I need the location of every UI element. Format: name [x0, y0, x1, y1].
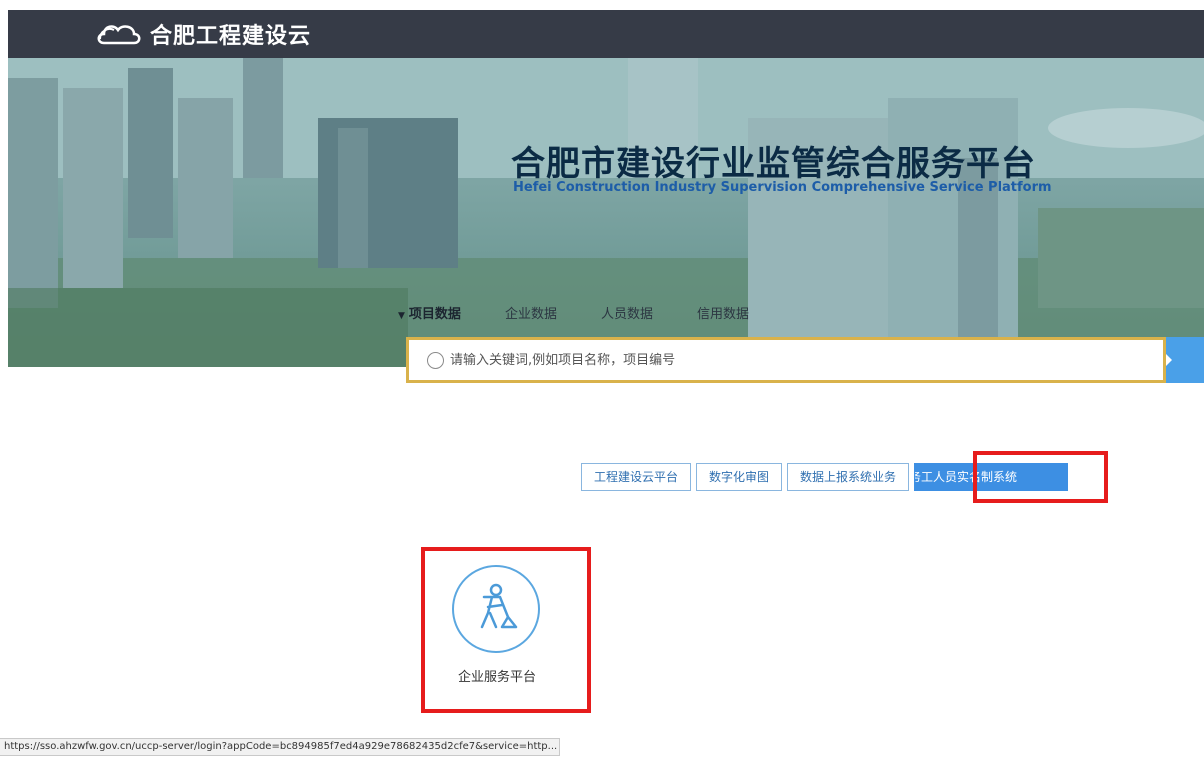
- system-links: 工程建设云平台 数字化审图 数据上报系统业务 务工人员实名制系统: [581, 463, 1069, 491]
- search-icon: [427, 351, 444, 369]
- link-digital-drawing-review[interactable]: 数字化审图: [696, 463, 783, 491]
- tab-credit-data[interactable]: 信用数据: [697, 303, 749, 322]
- cloud-logo-icon: [97, 25, 141, 45]
- worker-shovel-icon: [480, 583, 518, 629]
- site-logo[interactable]: 合肥工程建设云: [94, 18, 311, 50]
- link-worker-realname-system[interactable]: 务工人员实名制系统: [914, 463, 1069, 491]
- service-icon-circle: [452, 565, 540, 653]
- search-input[interactable]: [450, 345, 1150, 375]
- search-category-tabs: ▼ 项目数据 企业数据 人员数据 信用数据: [398, 300, 793, 324]
- top-navbar: 合肥工程建设云: [8, 10, 1204, 58]
- platform-title: 合肥市建设行业监管综合服务平台: [511, 144, 1036, 184]
- tab-personnel-data[interactable]: 人员数据: [601, 303, 653, 322]
- service-label: 企业服务平台: [457, 670, 536, 685]
- search-bar: [406, 337, 1166, 383]
- link-engineering-cloud[interactable]: 工程建设云平台: [581, 463, 692, 491]
- platform-subtitle: Hefei Construction Industry Supervision …: [513, 180, 1052, 195]
- search-button[interactable]: [1166, 337, 1204, 383]
- site-name: 合肥工程建设云: [150, 24, 312, 49]
- service-enterprise-platform[interactable]: 企业服务平台: [437, 560, 575, 700]
- caret-down-icon: ▼: [398, 310, 405, 321]
- link-data-reporting[interactable]: 数据上报系统业务: [787, 463, 910, 491]
- status-bar-url: https://sso.ahzwfw.gov.cn/uccp-server/lo…: [0, 738, 560, 756]
- tab-project-data[interactable]: ▼ 项目数据: [398, 303, 461, 322]
- tab-company-data[interactable]: 企业数据: [505, 303, 557, 322]
